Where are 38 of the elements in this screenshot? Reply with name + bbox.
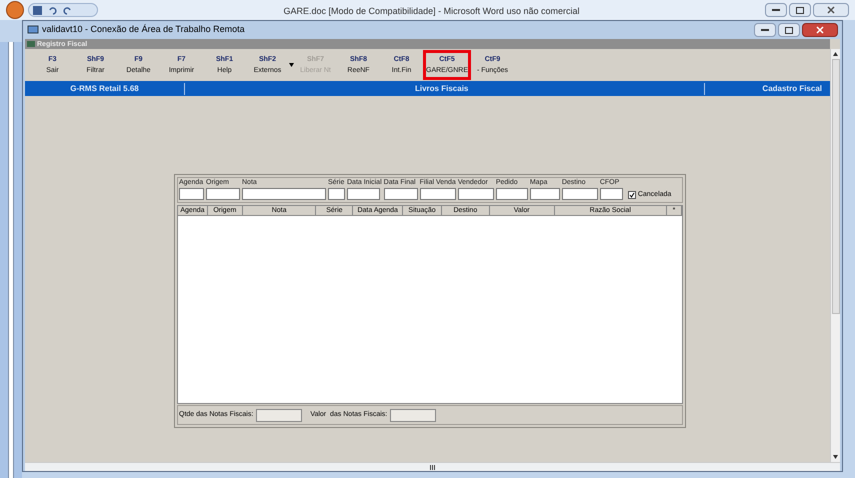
scroll-down-icon[interactable]: [833, 455, 838, 459]
remote-desktop-icon: [27, 25, 39, 35]
close-icon[interactable]: [802, 23, 838, 37]
maximize-icon[interactable]: [789, 3, 811, 17]
status-text: Livros Fiscais: [415, 82, 705, 94]
undo-icon[interactable]: [48, 6, 57, 14]
scroll-up-icon[interactable]: [833, 52, 838, 56]
input-field[interactable]: [179, 188, 204, 200]
input-field[interactable]: [390, 408, 436, 422]
scroll-thumb[interactable]: [832, 59, 840, 314]
close-icon[interactable]: [813, 3, 849, 17]
input-field[interactable]: [562, 188, 598, 200]
save-icon[interactable]: [33, 6, 42, 14]
input-field[interactable]: [458, 188, 494, 200]
input-field[interactable]: [256, 408, 302, 422]
minimize-icon[interactable]: [765, 3, 787, 17]
window-title: GARE.doc [Modo de Compatibilidade] - Microsoft Word uso não comercial: [284, 6, 580, 16]
window-title: validavt10 - Conexão de Área de Trabalho Remota: [42, 23, 245, 36]
checkbox[interactable]: [628, 190, 636, 199]
vertical-scrollbar[interactable]: [830, 49, 840, 462]
status-text: Cadastro Fiscal: [761, 82, 823, 94]
input-field[interactable]: [496, 188, 528, 200]
status-text: G-RMS Retail 5.68: [25, 82, 185, 94]
input-field[interactable]: [600, 188, 623, 200]
grip-icon[interactable]: [430, 464, 435, 470]
input-field[interactable]: [530, 188, 560, 200]
input-field[interactable]: [328, 188, 345, 200]
caret-icon[interactable]: [289, 63, 294, 67]
input-field[interactable]: [347, 188, 380, 200]
input-field[interactable]: [206, 188, 240, 200]
horizontal-scrollbar[interactable]: [25, 462, 840, 471]
input-field[interactable]: [420, 188, 456, 200]
minimize-icon[interactable]: [754, 23, 776, 37]
input-field[interactable]: [384, 188, 418, 200]
app-icon: [27, 41, 35, 47]
input-field[interactable]: [242, 188, 326, 200]
redo-icon[interactable]: [63, 6, 72, 14]
maximize-icon[interactable]: [778, 23, 800, 37]
